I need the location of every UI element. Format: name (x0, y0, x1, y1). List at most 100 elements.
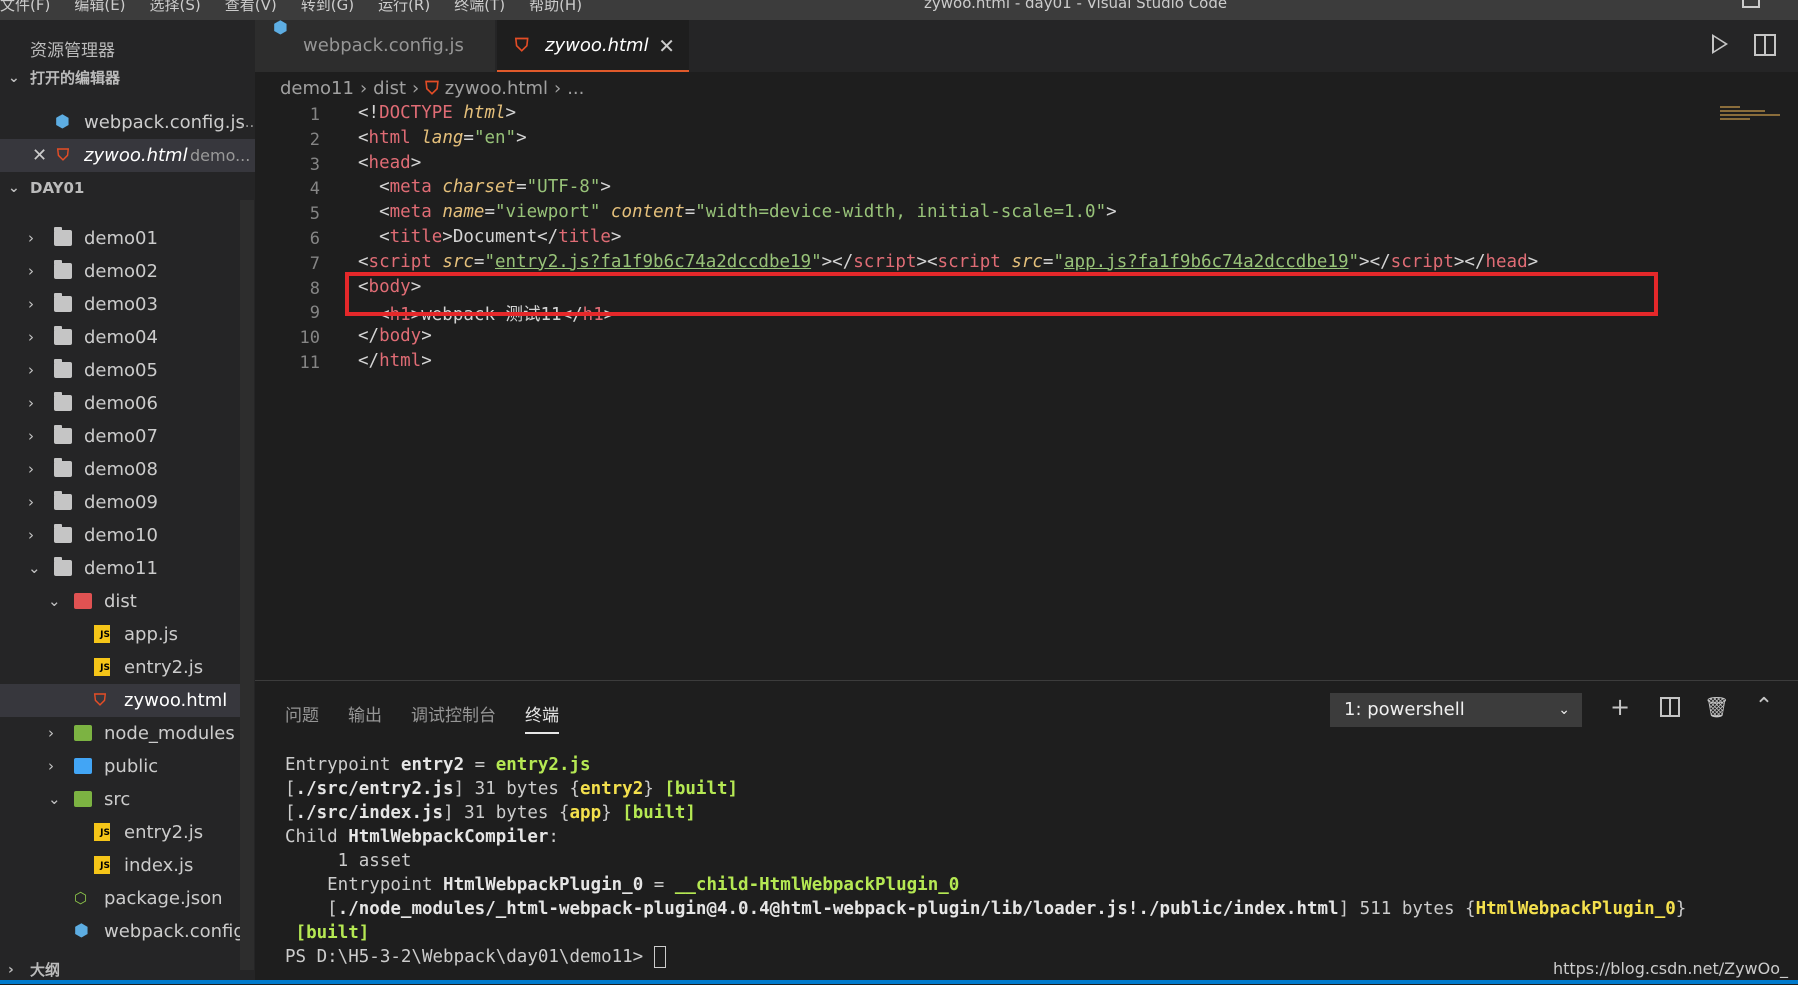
terminal-token: entry2.js (495, 755, 591, 775)
tree-item[interactable]: ⬢ webpack.config.js (0, 915, 255, 948)
open-editor-zywoo-html[interactable]: ✕ ⛉ zywoo.html demo... (0, 139, 255, 172)
terminal-select[interactable]: 1: powershell ⌄ (1330, 693, 1582, 727)
tab-debug-console[interactable]: 调试控制台 (411, 701, 496, 726)
tree-item[interactable]: › demo04 (0, 321, 240, 354)
tree-item[interactable]: › demo09 (0, 486, 240, 519)
menu-item[interactable]: 查看(V) (225, 0, 277, 14)
html5-icon: ⛉ (94, 690, 107, 709)
tree-item-label: webpack.config.js (104, 921, 255, 942)
open-editor-webpack-config[interactable]: ⬢ webpack.config.js ... (0, 106, 255, 139)
dist-folder-icon (74, 593, 92, 609)
tree-item[interactable]: › node_modules (0, 717, 240, 750)
terminal-token: [built] (622, 803, 696, 823)
menu-item[interactable]: 帮助(H) (529, 0, 582, 14)
code-line[interactable]: <!DOCTYPE html> (358, 103, 516, 123)
restore-window-icon[interactable] (1742, 0, 1760, 8)
close-tab-icon[interactable]: ✕ (658, 20, 675, 72)
minimap[interactable] (1720, 106, 1780, 126)
tab-terminal[interactable]: 终端 (525, 701, 559, 734)
menu-item[interactable]: 选择(S) (150, 0, 201, 14)
new-terminal-icon[interactable]: + (1608, 695, 1632, 719)
terminal-token: [ (285, 779, 296, 799)
terminal-line: [./src/entry2.js] 31 bytes {entry2} [bui… (285, 777, 1686, 801)
menu-item[interactable]: 转到(G) (301, 0, 354, 14)
chevron-up-icon[interactable]: ⌃ (1752, 695, 1776, 719)
tab-output[interactable]: 输出 (348, 701, 382, 726)
chevron-right-icon: › (28, 394, 34, 412)
sidebar-scrollbar[interactable] (240, 200, 254, 970)
code-token: DOCTYPE (379, 103, 453, 123)
code-token: ></ (821, 251, 854, 272)
code-line[interactable]: </html> (358, 351, 432, 371)
tree-item[interactable]: JS entry2.js (0, 651, 240, 684)
terminal-token: = (643, 875, 675, 895)
run-icon[interactable] (1712, 34, 1728, 54)
menu-bar[interactable]: 文件(F) 编辑(E) 选择(S) 查看(V) 转到(G) 运行(R) 终端(T) 帮助(H) (0, 0, 606, 15)
code-line[interactable]: <meta name="viewport" content="width=dev… (358, 202, 1117, 222)
watermark: https://blog.csdn.net/ZywOo_ (1552, 959, 1788, 978)
tree-item-label: node_modules (104, 723, 235, 744)
tree-item[interactable]: › demo06 (0, 387, 240, 420)
tree-item-label: entry2.js (124, 822, 204, 843)
code-line[interactable]: </body> (358, 326, 432, 346)
terminal-token: Child (285, 827, 349, 847)
tab-zywoo-html[interactable]: ⛉ zywoo.html ✕ (497, 20, 689, 72)
tab-webpack-config[interactable]: ⬢ webpack.config.js (255, 20, 495, 72)
breadcrumb-item[interactable]: dist (373, 78, 406, 99)
status-bar (0, 980, 1798, 984)
tree-item[interactable]: › demo02 (0, 255, 240, 288)
tree-item[interactable]: ⌄ dist (0, 585, 240, 618)
code-line[interactable]: <meta charset="UTF-8"> (358, 177, 611, 197)
breadcrumb-item[interactable]: ... (567, 78, 584, 99)
terminal-token: [built] (295, 923, 370, 943)
tree-item[interactable]: JS entry2.js (0, 816, 240, 849)
menu-item[interactable]: 终端(T) (454, 0, 505, 14)
tree-item[interactable]: › demo05 (0, 354, 240, 387)
terminal-token: ] 511 bytes { (1338, 899, 1476, 919)
tree-item[interactable]: ⛉ zywoo.html (0, 684, 240, 717)
menu-item[interactable]: 文件(F) (0, 0, 50, 14)
line-number: 10 (299, 328, 320, 349)
code-token: > (1527, 251, 1539, 272)
breadcrumb-item[interactable]: zywoo.html (445, 78, 548, 99)
code-token: charset (442, 177, 517, 198)
tree-item[interactable]: › demo10 (0, 519, 240, 552)
split-terminal-icon[interactable] (1658, 695, 1682, 719)
workspace-header[interactable]: ⌄ DAY01 (0, 173, 255, 203)
webpack-cube-icon: ⬢ (55, 112, 70, 132)
code-line[interactable]: <html lang="en"> (358, 128, 527, 148)
code-line[interactable]: <script src="entry2.js?fa1f9b6c74a2dccdb… (358, 252, 1538, 272)
tree-item[interactable]: JS index.js (0, 849, 240, 882)
tree-item[interactable]: ⌄ demo11 (0, 552, 240, 585)
tree-item[interactable]: ⌄ src (0, 783, 240, 816)
code-editor[interactable]: 1 <!DOCTYPE html> 2 <html lang="en"> 3 <head>… (255, 103, 1798, 690)
code-line[interactable]: <head> (358, 153, 421, 173)
breadcrumb-item[interactable]: demo11 (280, 78, 354, 99)
menu-item[interactable]: 运行(R) (378, 0, 430, 14)
tree-item[interactable]: › demo08 (0, 453, 240, 486)
bottom-panel: 问题 输出 调试控制台 终端 1: powershell ⌄ + 🗑 ⌃ Ent… (255, 680, 1798, 985)
tree-item[interactable]: › demo03 (0, 288, 240, 321)
code-token: " (811, 251, 822, 272)
tab-problems[interactable]: 问题 (285, 701, 319, 726)
tree-item[interactable]: ⬡ package.json (0, 882, 240, 915)
code-token: title (558, 227, 611, 247)
trash-icon[interactable]: 🗑 (1704, 695, 1729, 719)
close-icon[interactable]: ✕ (32, 139, 47, 172)
tree-item[interactable]: JS app.js (0, 618, 240, 651)
folder-icon (54, 458, 72, 477)
terminal-output[interactable]: Entrypoint entry2 = entry2.js [./src/entr… (285, 753, 1686, 969)
tree-item[interactable]: › demo07 (0, 420, 240, 453)
code-token: = (484, 202, 496, 223)
line-number: 2 (309, 129, 320, 150)
open-editors-header[interactable]: ⌄ 打开的编辑器 (0, 63, 255, 93)
tree-item[interactable]: › public (0, 750, 240, 783)
tree-item[interactable]: › demo01 (0, 222, 240, 255)
code-token: script (1390, 251, 1454, 272)
folder-icon (54, 392, 72, 411)
menu-item[interactable]: 编辑(E) (74, 0, 125, 14)
split-editor-icon[interactable] (1754, 34, 1776, 56)
code-line[interactable]: <title>Document</title> (358, 227, 621, 247)
